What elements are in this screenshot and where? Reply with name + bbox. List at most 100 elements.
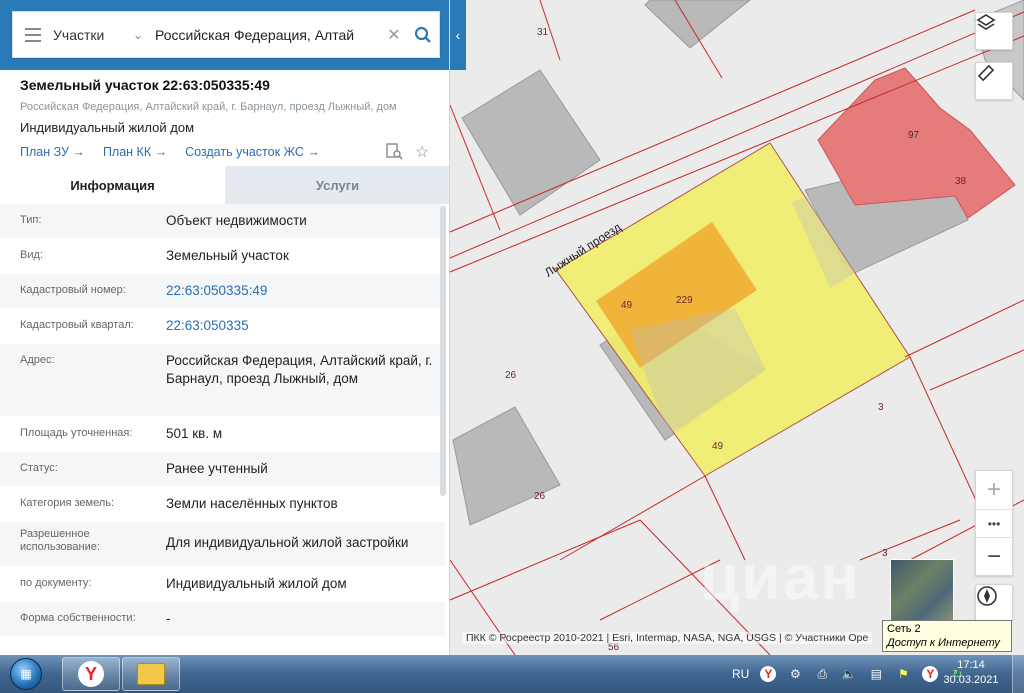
row-value: Индивидуальный жилой дом (166, 576, 347, 591)
more-button[interactable]: ••• (976, 509, 1012, 537)
show-desktop-button[interactable] (1012, 655, 1024, 693)
row-key: Вид: (20, 249, 43, 261)
system-tray: RU Y ⚙ ⎙ 🔈 ▤ ⚑ Y ↻ (732, 655, 965, 693)
taskbar: ▦ Y RU Y ⚙ ⎙ 🔈 ▤ ⚑ Y ↻ 17:14 30.03.2021 (0, 655, 1024, 693)
printer-icon[interactable]: ⎙ (814, 666, 830, 682)
compass-button[interactable] (975, 584, 1013, 622)
row-value: Ранее учтенный (166, 461, 268, 476)
menu-icon[interactable] (13, 27, 53, 42)
start-button[interactable]: ▦ (2, 656, 50, 692)
cadastral-quarter-link[interactable]: 22:63:050335 (166, 309, 445, 343)
tab-info[interactable]: Информация (0, 166, 225, 204)
map-attribution: ПКК © Росреестр 2010-2021 | Esri, Interm… (462, 632, 873, 644)
row-value: Объект недвижимости (166, 213, 307, 228)
row-value: Для индивидуальной жилой застройки (166, 535, 409, 550)
tool-tray-icon[interactable]: ⚙ (787, 666, 803, 682)
windows-logo-icon: ▦ (10, 658, 42, 690)
parcel-number-label: 49 (712, 441, 724, 452)
object-use: Индивидуальный жилой дом (20, 120, 195, 135)
row-key: Кадастровый квартал: (20, 319, 134, 331)
clear-icon[interactable]: ✕ (381, 25, 407, 45)
row-value: Российская Федерация, Алтайский край, г.… (166, 353, 433, 386)
table-row: Площадь уточненная: 501 кв. м (0, 417, 445, 452)
cadastral-number-link[interactable]: 22:63:050335:49 (166, 274, 445, 308)
object-links: План ЗУ → План КК → Создать участок ЖС → (20, 145, 320, 159)
zoom-in-button[interactable]: + (976, 471, 1012, 509)
attributes-table: Тип: Объект недвижимости Вид: Земельный уч… (0, 204, 445, 637)
parcel-number-label: 26 (505, 370, 517, 381)
language-indicator[interactable]: RU (732, 667, 749, 681)
layers-icon (976, 14, 996, 30)
row-key: Категория земель: (20, 497, 115, 509)
tooltip-line-2: Доступ к Интернету (887, 637, 1000, 649)
search-mode-select[interactable]: Участки (53, 27, 133, 43)
row-key: Форма собственности: (20, 612, 136, 624)
row-key: по документу: (20, 577, 92, 589)
table-row: Адрес: Российская Федерация, Алтайский кр… (0, 344, 445, 417)
compass-icon (977, 586, 997, 606)
row-key: Тип: (20, 214, 42, 226)
collapse-panel-button[interactable]: ‹ (450, 11, 466, 58)
parcel-number-label: 3 (882, 548, 888, 559)
parcel-number-label: 31 (537, 27, 549, 38)
taskbar-yandex-browser[interactable]: Y (62, 657, 120, 691)
ruler-button[interactable] (975, 62, 1013, 100)
ruler-icon (977, 64, 995, 82)
yandex-tray-icon[interactable]: Y (760, 666, 777, 682)
row-key: Кадастровый номер: (20, 284, 126, 296)
row-key: Площадь уточненная: (20, 427, 133, 439)
volume-icon[interactable]: 🔈 (841, 666, 857, 682)
row-key: Адрес: (20, 354, 55, 366)
search-input[interactable]: Российская Федерация, Алтай (155, 27, 381, 43)
object-address: Российская Федерация, Алтайский край, г.… (20, 101, 397, 113)
parcel-number-label: 97 (908, 130, 920, 141)
zoom-controls: + ••• − (975, 470, 1013, 576)
search-bar: Участки ⌄ Российская Федерация, Алтай ✕ (12, 11, 440, 58)
row-value: Земельный участок (166, 248, 289, 263)
plan-kk-link[interactable]: План КК → (103, 145, 167, 159)
parcel-number-label: 38 (955, 176, 967, 187)
flag-icon[interactable]: ⚑ (895, 666, 911, 682)
row-value: 501 кв. м (166, 426, 223, 441)
folder-icon (137, 663, 165, 685)
taskbar-explorer[interactable] (122, 657, 180, 691)
layers-button[interactable] (975, 12, 1013, 50)
parcel-number-label: 229 (676, 295, 693, 306)
scrollbar[interactable] (440, 206, 446, 496)
table-row: Кадастровый номер: 22:63:050335:49 (0, 274, 445, 309)
document-search-icon[interactable] (385, 142, 403, 160)
search-button[interactable] (407, 26, 439, 44)
star-icon[interactable]: ☆ (415, 142, 429, 162)
clock-date: 30.03.2021 (943, 674, 999, 686)
object-actions: ☆ (385, 142, 429, 162)
basemap-switcher[interactable] (890, 559, 954, 623)
row-value: - (166, 611, 171, 626)
clock-time: 17:14 (957, 659, 985, 671)
info-panel: Участки ⌄ Российская Федерация, Алтай ✕ … (0, 0, 450, 655)
yandex-disk-icon[interactable]: Y (922, 666, 939, 682)
object-title: Земельный участок 22:63:050335:49 (20, 77, 270, 93)
network-icon[interactable]: ▤ (868, 666, 884, 682)
table-row: Разрешенное использование: Для индивидуал… (0, 522, 445, 567)
table-row: Категория земель: Земли населённых пункто… (0, 487, 445, 522)
table-row: по документу: Индивидуальный жилой дом (0, 567, 445, 602)
table-row: Тип: Объект недвижимости (0, 204, 445, 239)
system-clock[interactable]: 17:14 30.03.2021 (938, 658, 1004, 688)
create-zs-link[interactable]: Создать участок ЖС → (185, 145, 320, 159)
tooltip-line-1: Сеть 2 (887, 623, 921, 635)
table-row: Вид: Земельный участок (0, 239, 445, 274)
info-tabs: Информация Услуги (0, 166, 449, 204)
parcel-number-label: 3 (878, 402, 884, 413)
network-tooltip: Сеть 2 Доступ к Интернету (882, 620, 1012, 652)
row-value: Земли населённых пунктов (166, 496, 338, 511)
tab-services[interactable]: Услуги (225, 166, 449, 204)
row-key: Статус: (20, 462, 58, 474)
table-row: Кадастровый квартал: 22:63:050335 (0, 309, 445, 344)
search-icon (414, 26, 431, 43)
table-row: Форма собственности: - (0, 602, 445, 637)
plan-zu-link[interactable]: План ЗУ → (20, 145, 85, 159)
parcel-number-label: 26 (534, 491, 546, 502)
yandex-browser-icon: Y (78, 661, 104, 687)
zoom-out-button[interactable]: − (976, 537, 1012, 575)
chevron-down-icon[interactable]: ⌄ (133, 28, 155, 42)
